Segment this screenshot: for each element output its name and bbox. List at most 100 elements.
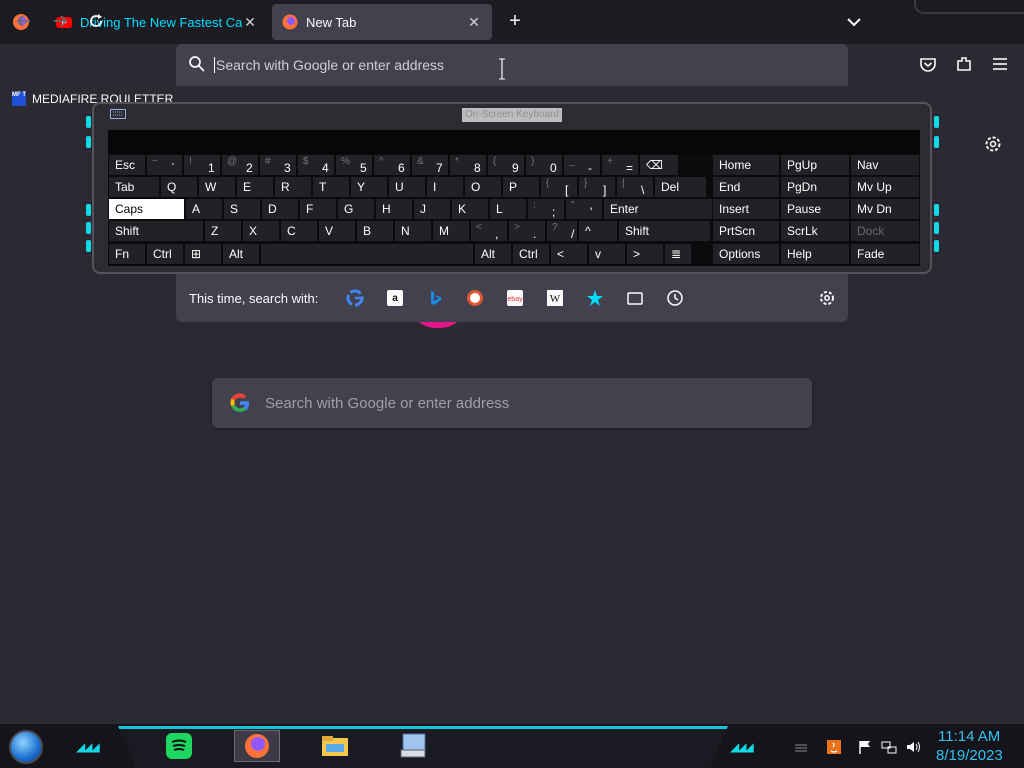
key-4[interactable]: $4: [297, 154, 335, 176]
taskbar-on-screen-keyboard[interactable]: [390, 730, 436, 762]
key-0[interactable]: ) 0: [525, 154, 563, 176]
key-shift[interactable]: Shift: [618, 220, 711, 242]
history-icon[interactable]: [666, 289, 684, 307]
key-del[interactable]: Del: [654, 176, 707, 198]
key-t[interactable]: T: [312, 176, 350, 198]
tab-new-tab[interactable]: New Tab ✕: [272, 4, 492, 40]
key-home[interactable]: Home: [712, 154, 780, 176]
pocket-icon[interactable]: [919, 55, 937, 73]
key-s[interactable]: S: [223, 198, 261, 220]
key-esc[interactable]: Esc: [108, 154, 146, 176]
page-search-box[interactable]: Search with Google or enter address: [212, 378, 812, 428]
key-a[interactable]: A: [185, 198, 223, 220]
key-pgdn[interactable]: PgDn: [780, 176, 850, 198]
taskbar-firefox[interactable]: [234, 730, 280, 762]
key-symbol[interactable]: >.: [508, 220, 546, 242]
key-symbol[interactable]: + =: [601, 154, 639, 176]
key-symbol[interactable]: ≣: [664, 243, 692, 265]
key-x[interactable]: X: [242, 220, 280, 242]
new-tab-button[interactable]: +: [505, 11, 525, 31]
extensions-icon[interactable]: [955, 55, 973, 73]
key-pgup[interactable]: PgUp: [780, 154, 850, 176]
key-prtscn[interactable]: PrtScn: [712, 220, 780, 242]
action-center-flag-icon[interactable]: [857, 739, 873, 755]
forward-icon[interactable]: [50, 11, 70, 31]
key-symbol[interactable]: ⊞: [184, 243, 222, 265]
key-f[interactable]: F: [299, 198, 337, 220]
clock-date[interactable]: 8/19/2023: [936, 747, 1003, 764]
key-r[interactable]: R: [274, 176, 312, 198]
volume-icon[interactable]: [905, 739, 921, 755]
key-k[interactable]: K: [451, 198, 489, 220]
key-i[interactable]: I: [426, 176, 464, 198]
key-8[interactable]: * 8: [449, 154, 487, 176]
key-q[interactable]: Q: [160, 176, 198, 198]
reload-icon[interactable]: [86, 11, 106, 31]
key-ctrl[interactable]: Ctrl: [146, 243, 184, 265]
key-enter[interactable]: Enter: [603, 198, 730, 220]
key-2[interactable]: @2: [221, 154, 259, 176]
search-settings-gear-icon[interactable]: [818, 289, 836, 307]
key-9[interactable]: (9: [487, 154, 525, 176]
key-h[interactable]: H: [375, 198, 413, 220]
key-u[interactable]: U: [388, 176, 426, 198]
bookmarks-star-icon[interactable]: [586, 289, 604, 307]
key-nav[interactable]: Nav: [850, 154, 920, 176]
network-icon[interactable]: [881, 739, 897, 755]
key-v[interactable]: v: [588, 243, 626, 265]
key-dock[interactable]: Dock: [850, 220, 920, 242]
key-end[interactable]: End: [712, 176, 780, 198]
key-v[interactable]: V: [318, 220, 356, 242]
key-d[interactable]: D: [261, 198, 299, 220]
key-g[interactable]: G: [337, 198, 375, 220]
key-symbol[interactable]: <: [550, 243, 588, 265]
key-symbol[interactable]: _ -: [563, 154, 601, 176]
page-settings-gear-icon[interactable]: [983, 134, 1003, 154]
amazon-icon[interactable]: a: [386, 289, 404, 307]
key-alt[interactable]: Alt: [474, 243, 512, 265]
key-ctrl[interactable]: Ctrl: [512, 243, 550, 265]
tabs-icon[interactable]: [626, 289, 644, 307]
key-n[interactable]: N: [394, 220, 432, 242]
key-m[interactable]: M: [432, 220, 470, 242]
key-help[interactable]: Help: [780, 243, 850, 265]
key-e[interactable]: E: [236, 176, 274, 198]
key-fade[interactable]: Fade: [850, 243, 920, 265]
key-symbol[interactable]: ? /: [546, 220, 578, 242]
key-tab[interactable]: Tab: [108, 176, 160, 198]
key-c[interactable]: C: [280, 220, 318, 242]
key-symbol[interactable]: ⌫: [639, 154, 679, 176]
key-scrlk[interactable]: ScrLk: [780, 220, 850, 242]
taskbar-spotify[interactable]: [156, 730, 202, 762]
key-pause[interactable]: Pause: [780, 198, 850, 220]
key-7[interactable]: & 7: [411, 154, 449, 176]
taskbar-file-explorer[interactable]: [312, 730, 358, 762]
start-button[interactable]: [9, 730, 43, 764]
key-insert[interactable]: Insert: [712, 198, 780, 220]
key-space[interactable]: [260, 243, 474, 265]
key-symbol[interactable]: }]: [578, 176, 616, 198]
key-fn[interactable]: Fn: [108, 243, 146, 265]
back-icon[interactable]: [14, 11, 34, 31]
key-caps[interactable]: Caps: [108, 198, 185, 220]
key-b[interactable]: B: [356, 220, 394, 242]
key-1[interactable]: ! 1: [183, 154, 221, 176]
google-icon[interactable]: [346, 289, 364, 307]
java-update-icon[interactable]: [826, 739, 842, 755]
key-symbol[interactable]: {[: [540, 176, 578, 198]
key-symbol[interactable]: " ': [565, 198, 603, 220]
key-z[interactable]: Z: [204, 220, 242, 242]
key-6[interactable]: ^ 6: [373, 154, 411, 176]
list-all-tabs-icon[interactable]: [845, 13, 863, 31]
key-symbol[interactable]: ^: [578, 220, 618, 242]
url-input[interactable]: Search with Google or enter address: [176, 46, 848, 84]
key-l[interactable]: L: [489, 198, 527, 220]
key-o[interactable]: O: [464, 176, 502, 198]
tab-youtube[interactable]: Driving The New Fastest Car Ev ✕: [46, 4, 268, 40]
key-w[interactable]: W: [198, 176, 236, 198]
key-options[interactable]: Options: [712, 243, 780, 265]
close-tab-icon[interactable]: ✕: [466, 14, 482, 31]
key-symbol[interactable]: >: [626, 243, 664, 265]
key-3[interactable]: #3: [259, 154, 297, 176]
key-alt[interactable]: Alt: [222, 243, 260, 265]
